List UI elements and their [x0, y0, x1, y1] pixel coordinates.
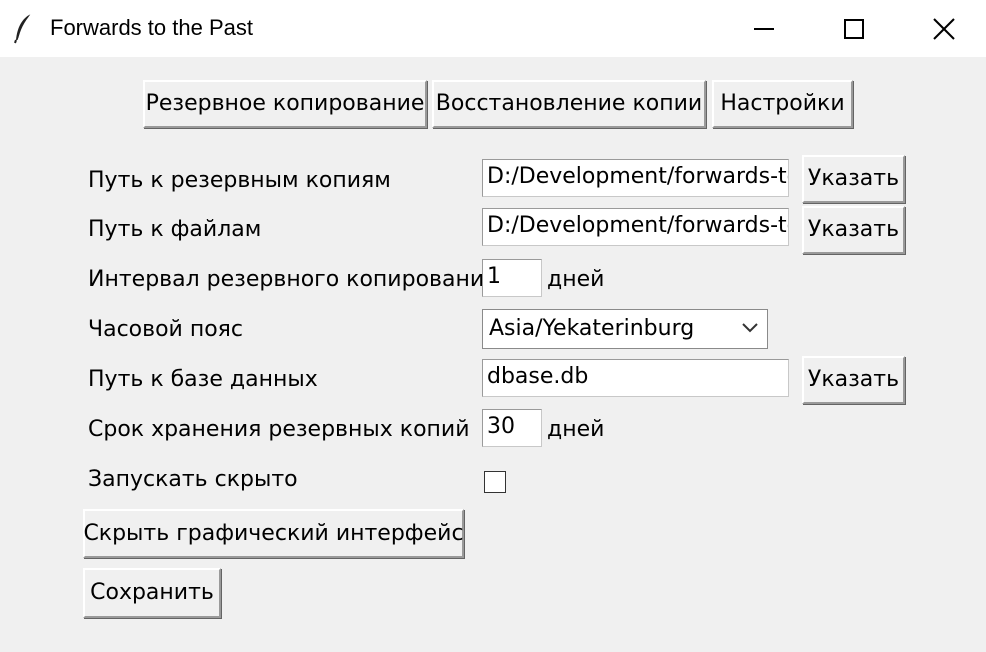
timezone-label: Часовой пояс: [88, 317, 244, 342]
feather-icon: [14, 13, 32, 44]
maximize-icon: [844, 18, 864, 39]
retention-label: Срок хранения резервных копий: [88, 417, 470, 442]
db-path-label: Путь к базе данных: [88, 367, 318, 392]
timezone-select[interactable]: Asia/Yekaterinburg: [482, 309, 768, 349]
save-button[interactable]: Сохранить: [83, 568, 221, 618]
window-title: Forwards to the Past: [50, 15, 253, 40]
hidden-start-checkbox[interactable]: [484, 471, 506, 493]
retention-unit: дней: [547, 417, 605, 442]
close-icon: [933, 17, 955, 40]
tab-backup[interactable]: Резервное копирование: [143, 80, 427, 128]
files-path-label: Путь к файлам: [88, 217, 262, 242]
backup-path-input[interactable]: D:/Development/forwards-tc: [482, 159, 789, 197]
files-path-browse-button[interactable]: Указать: [802, 206, 905, 254]
maximize-button[interactable]: [808, 0, 900, 57]
timezone-value: Asia/Yekaterinburg: [489, 316, 695, 341]
tab-restore[interactable]: Восстановление копии: [432, 80, 706, 128]
hidden-start-label: Запускать скрыто: [88, 467, 298, 492]
interval-label: Интервал резервного копирования: [88, 267, 498, 292]
interval-input[interactable]: 1: [482, 259, 542, 297]
interval-unit: дней: [547, 267, 605, 292]
db-path-browse-button[interactable]: Указать: [802, 356, 905, 404]
backup-path-browse-button[interactable]: Указать: [802, 155, 905, 203]
retention-input[interactable]: 30: [482, 409, 542, 447]
files-path-input[interactable]: D:/Development/forwards-tc: [482, 208, 789, 246]
close-button[interactable]: [898, 0, 986, 57]
db-path-input[interactable]: dbase.db: [482, 359, 789, 397]
tab-settings[interactable]: Настройки: [712, 80, 853, 128]
minimize-icon: [754, 27, 774, 30]
title-bar: Forwards to the Past: [0, 0, 986, 57]
chevron-down-icon: [742, 323, 758, 333]
minimize-button[interactable]: [718, 0, 810, 57]
backup-path-label: Путь к резервным копиям: [88, 168, 391, 193]
hide-gui-button[interactable]: Скрыть графический интерфейс: [83, 509, 464, 558]
